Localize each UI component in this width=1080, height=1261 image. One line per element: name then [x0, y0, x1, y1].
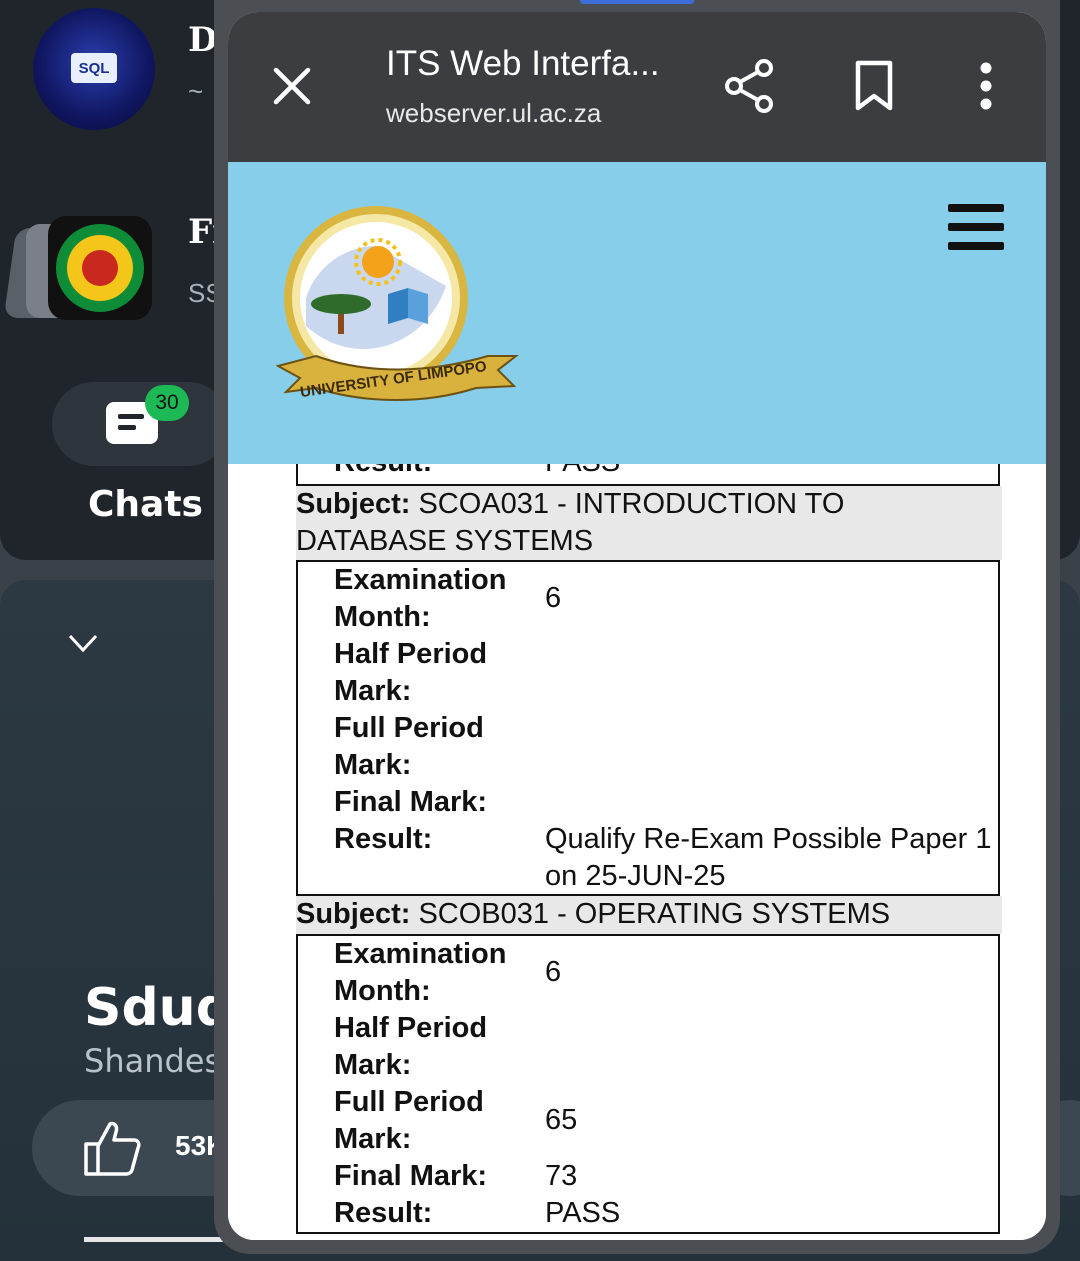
page-title: ITS Web Interfa...	[386, 44, 660, 83]
more-vert-icon[interactable]	[976, 62, 996, 110]
full-period-label: Full Period Mark:	[334, 712, 484, 781]
subject-bar: Subject: SCOB031 - OPERATING SYSTEMS	[296, 896, 1002, 934]
thumbs-up-icon	[84, 1121, 141, 1176]
avatar-sql-label: SQL	[71, 53, 117, 83]
final-mark-label: Final Mark:	[334, 786, 488, 818]
university-logo[interactable]: UNIVERSITY OF LIMPOPO	[276, 206, 526, 416]
hamburger-menu-icon[interactable]	[948, 204, 1004, 250]
site-header: UNIVERSITY OF LIMPOPO	[228, 162, 1046, 464]
full-period-label: Full Period Mark:	[334, 1086, 484, 1155]
result-label: Result:	[334, 464, 432, 481]
subject-label: Subject:	[296, 488, 411, 520]
exam-month-label: Examination Month:	[334, 564, 507, 633]
exam-month-value: 6	[545, 582, 562, 614]
half-period-label: Half Period Mark:	[334, 1012, 488, 1081]
custom-tab-window: ITS Web Interfa... webserver.ul.ac.za UN…	[228, 12, 1046, 1240]
subject-label: Subject:	[296, 898, 411, 930]
browser-toolbar: ITS Web Interfa... webserver.ul.ac.za	[228, 12, 1046, 162]
subject-bar: Subject: SCOA031 - INTRODUCTION TO DATAB…	[296, 486, 1002, 560]
chevron-down-icon[interactable]	[68, 628, 98, 658]
drag-handle[interactable]	[580, 0, 694, 4]
anc-youth-league-avatar[interactable]	[48, 216, 152, 320]
progress-line	[84, 1237, 234, 1242]
full-period-value: 65	[545, 1104, 578, 1136]
result-value: PASS	[545, 1197, 621, 1229]
subject-name: SCOB031 - OPERATING SYSTEMS	[418, 898, 891, 930]
chat-subtitle-fragment: ~	[188, 76, 204, 106]
results-content: Result: PASS Subject: SCOA031 - INTRODUC…	[228, 464, 1046, 1240]
result-label: Result:	[334, 1197, 433, 1229]
result-label: Result:	[334, 823, 433, 855]
result-value: PASS	[545, 464, 620, 481]
exam-month-label: Examination Month:	[334, 938, 507, 1007]
final-mark-label: Final Mark:	[334, 1160, 488, 1192]
result-value: Qualify Re-Exam Possible Paper 1 on 25-J…	[545, 823, 992, 892]
chats-nav-label: Chats	[88, 484, 203, 525]
group-avatar[interactable]: SQL	[33, 8, 155, 130]
exam-month-value: 6	[545, 956, 562, 988]
share-icon[interactable]	[724, 58, 776, 114]
close-icon[interactable]	[272, 66, 312, 106]
final-mark-value: 73	[545, 1160, 578, 1192]
bookmark-icon[interactable]	[854, 60, 894, 112]
page-url[interactable]: webserver.ul.ac.za	[386, 98, 601, 129]
result-box-partial: Result: PASS	[296, 464, 1000, 486]
unread-badge: 30	[145, 385, 189, 421]
half-period-label: Half Period Mark:	[334, 638, 488, 707]
result-box: Examination Month: 6 Half Period Mark: F…	[296, 934, 1000, 1234]
result-box: Examination Month: 6 Half Period Mark: F…	[296, 560, 1000, 896]
